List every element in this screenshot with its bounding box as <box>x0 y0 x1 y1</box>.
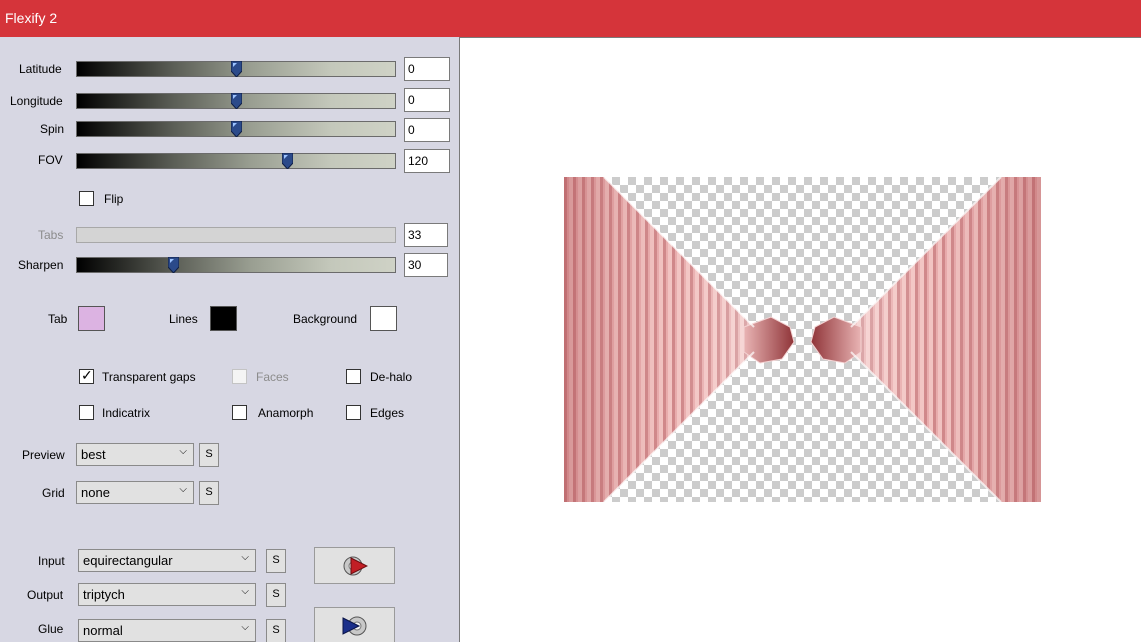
latitude-slider[interactable] <box>76 61 396 77</box>
spin-slider-thumb[interactable] <box>231 121 242 137</box>
output-select[interactable]: triptych ⌵ <box>78 583 256 606</box>
output-select-value: triptych <box>83 587 125 602</box>
edges-checkbox[interactable] <box>346 405 361 420</box>
tabs-input[interactable]: 33 <box>404 223 448 247</box>
glue-select-value: normal <box>83 623 123 638</box>
glue-select[interactable]: normal ⌵ <box>78 619 256 642</box>
preview-select-value: best <box>81 447 106 462</box>
latitude-slider-thumb[interactable] <box>231 61 242 77</box>
output-label: Output <box>27 588 64 602</box>
anamorph-label: Anamorph <box>258 406 314 420</box>
flip-label: Flip <box>104 192 124 206</box>
fov-label: FOV <box>38 153 63 167</box>
sharpen-slider[interactable] <box>76 257 396 273</box>
anamorph-checkbox[interactable] <box>232 405 247 420</box>
longitude-slider[interactable] <box>76 93 396 109</box>
tab-color-label: Tab <box>48 312 68 326</box>
tabs-label: Tabs <box>38 228 64 242</box>
chevron-down-icon: ⌵ <box>241 586 249 597</box>
input-select[interactable]: equirectangular ⌵ <box>78 549 256 572</box>
input-select-value: equirectangular <box>83 553 173 568</box>
grid-select[interactable]: none ⌵ <box>76 481 194 504</box>
spin-input[interactable]: 0 <box>404 118 450 142</box>
longitude-label: Longitude <box>10 94 63 108</box>
faces-checkbox <box>232 369 247 384</box>
input-label: Input <box>38 554 65 568</box>
window-title: Flexify 2 <box>5 10 58 26</box>
preview-image <box>564 177 1041 502</box>
preview-area <box>459 37 1141 642</box>
tab-color-swatch[interactable] <box>78 306 105 331</box>
chevron-down-icon: ⌵ <box>179 484 187 495</box>
indicatrix-label: Indicatrix <box>102 406 151 420</box>
latitude-input[interactable]: 0 <box>404 57 450 81</box>
controls-panel: Latitude 0 Longitude 0 Spin 0 FOV 120 Fl… <box>0 37 459 642</box>
input-s-button[interactable]: S <box>266 549 286 573</box>
sharpen-slider-thumb[interactable] <box>168 257 179 273</box>
glue-label: Glue <box>38 622 64 636</box>
latitude-label: Latitude <box>19 62 62 76</box>
longitude-slider-thumb[interactable] <box>231 93 242 109</box>
background-color-swatch[interactable] <box>370 306 397 331</box>
lines-color-swatch[interactable] <box>210 306 237 331</box>
faces-label: Faces <box>256 370 289 384</box>
tabs-slider <box>76 227 396 243</box>
transparent-gaps-checkbox[interactable]: ✓ <box>79 367 94 384</box>
indicatrix-checkbox[interactable] <box>79 405 94 420</box>
background-color-label: Background <box>293 312 358 326</box>
play-forward-icon <box>343 556 368 576</box>
lines-color-label: Lines <box>169 312 198 326</box>
play-back-icon <box>342 616 367 636</box>
preview-s-button[interactable]: S <box>199 443 219 467</box>
sharpen-label: Sharpen <box>18 258 64 272</box>
fov-slider[interactable] <box>76 153 396 169</box>
sharpen-input[interactable]: 30 <box>404 253 448 277</box>
title-bar: Flexify 2 <box>0 0 1141 37</box>
play-back-button[interactable] <box>314 607 395 642</box>
flip-checkbox[interactable] <box>79 191 94 206</box>
checkmark-icon: ✓ <box>81 367 93 383</box>
spin-slider[interactable] <box>76 121 396 137</box>
chevron-down-icon: ⌵ <box>241 622 249 633</box>
output-s-button[interactable]: S <box>266 583 286 607</box>
de-halo-label: De-halo <box>370 370 413 384</box>
preview-select[interactable]: best ⌵ <box>76 443 194 466</box>
edges-label: Edges <box>370 406 405 420</box>
longitude-input[interactable]: 0 <box>404 88 450 112</box>
grid-label: Grid <box>42 486 65 500</box>
spin-label: Spin <box>40 122 65 136</box>
chevron-down-icon: ⌵ <box>179 446 187 457</box>
de-halo-checkbox[interactable] <box>346 369 361 384</box>
grid-select-value: none <box>81 485 110 500</box>
chevron-down-icon: ⌵ <box>241 552 249 563</box>
transparent-gaps-label: Transparent gaps <box>102 370 196 384</box>
glue-s-button[interactable]: S <box>266 619 286 642</box>
fov-input[interactable]: 120 <box>404 149 450 173</box>
preview-label: Preview <box>22 448 65 462</box>
play-forward-button[interactable] <box>314 547 395 584</box>
fov-slider-thumb[interactable] <box>282 153 293 169</box>
grid-s-button[interactable]: S <box>199 481 219 505</box>
